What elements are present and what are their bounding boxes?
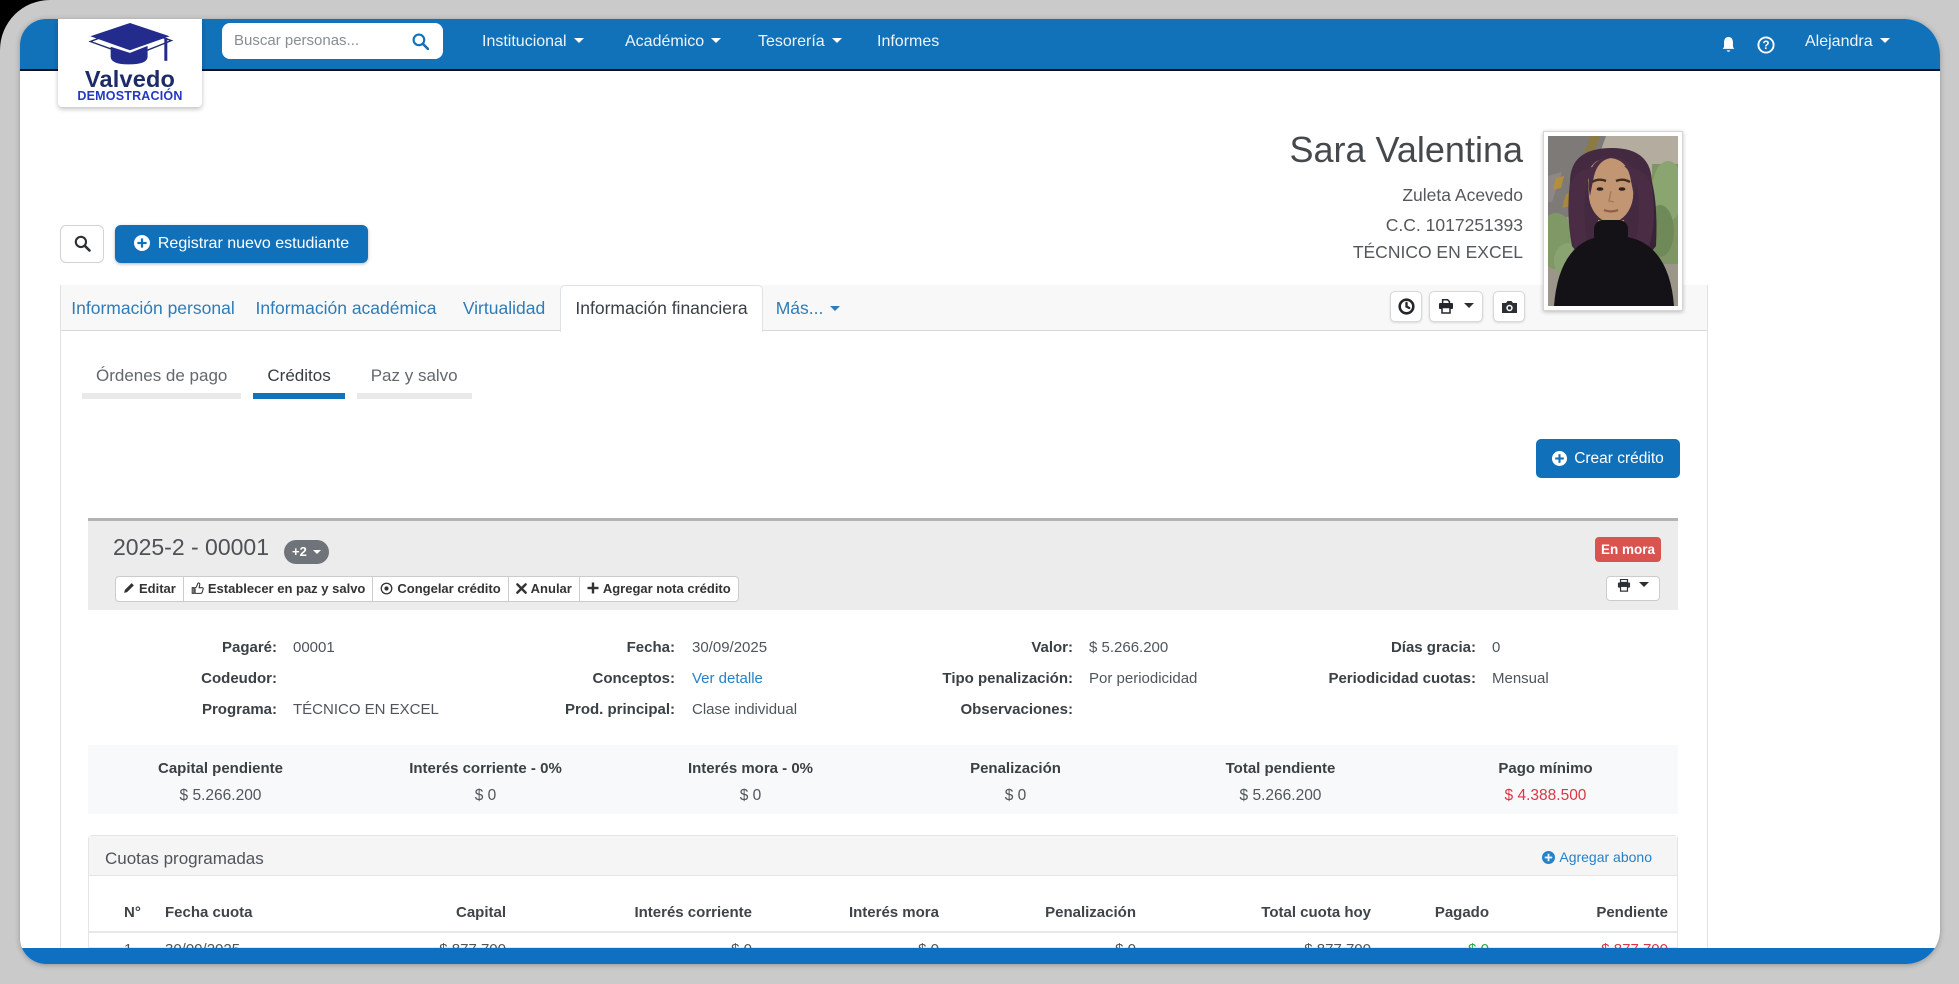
svg-text:?: ?	[1762, 40, 1769, 52]
